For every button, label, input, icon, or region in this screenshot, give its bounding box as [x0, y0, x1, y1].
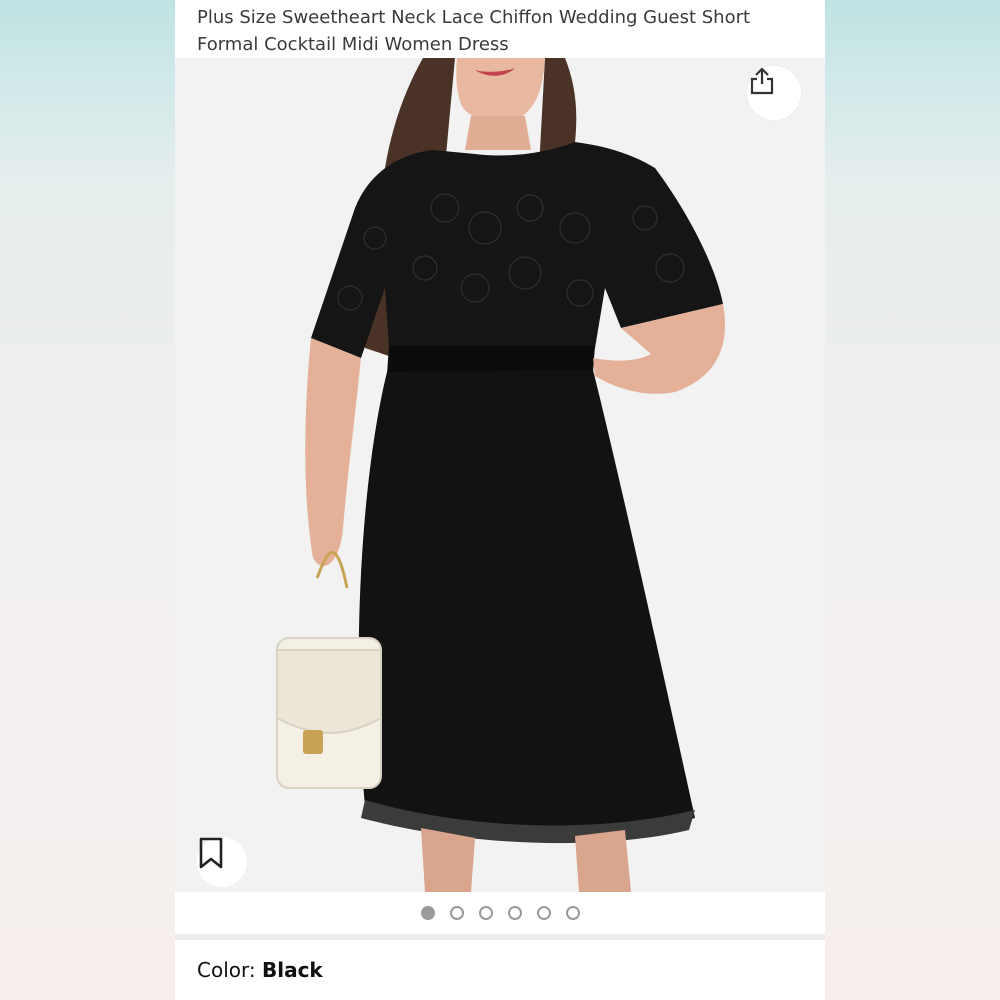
carousel-dot[interactable]: [565, 906, 580, 920]
color-variation: Color: Black: [197, 958, 323, 982]
product-image-carousel[interactable]: [175, 58, 825, 892]
bookmark-icon: [199, 837, 223, 869]
carousel-dot[interactable]: [478, 906, 493, 920]
color-label: Color:: [197, 958, 256, 982]
carousel-dot[interactable]: [536, 906, 551, 920]
carousel-dot[interactable]: [420, 906, 435, 920]
save-to-list-button[interactable]: [197, 837, 247, 887]
product-card: Plus Size Sweetheart Neck Lace Chiffon W…: [175, 0, 825, 1000]
color-value: Black: [261, 958, 323, 982]
product-photo: [276, 58, 725, 892]
carousel-dot[interactable]: [449, 906, 464, 920]
section-divider: [175, 934, 825, 940]
carousel-dot[interactable]: [507, 906, 522, 920]
product-title: Plus Size Sweetheart Neck Lace Chiffon W…: [197, 7, 751, 55]
carousel-pagination: [175, 900, 825, 926]
share-button[interactable]: [747, 66, 801, 120]
share-icon: [750, 67, 774, 95]
